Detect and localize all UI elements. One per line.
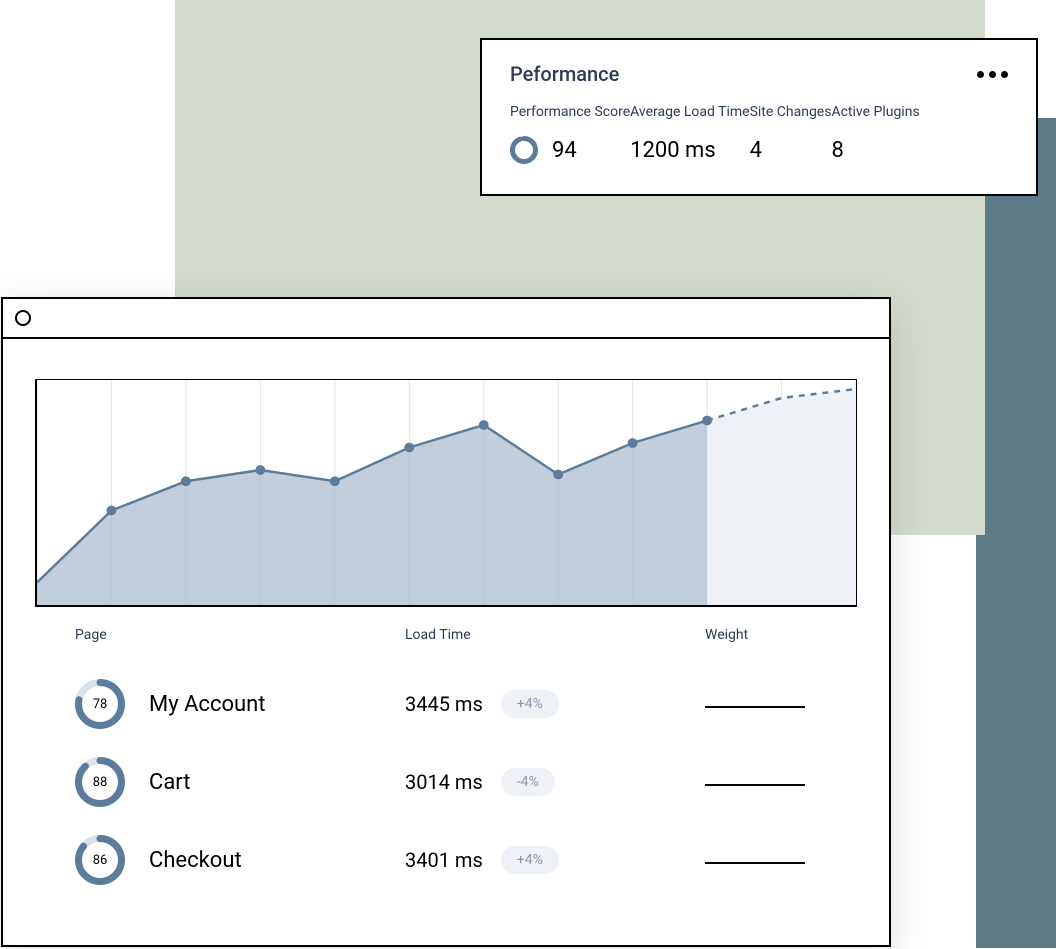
page-name: Cart (149, 770, 190, 795)
perf-metric: Average Load Time 1200 ms (630, 104, 749, 166)
window-titlebar (3, 299, 889, 339)
table-row[interactable]: 78 My Account 3445 ms +4% (75, 665, 817, 743)
page-name: Checkout (149, 848, 242, 873)
delta-badge: +4% (501, 690, 559, 718)
col-header-load: Load Time (405, 627, 705, 643)
delta-badge: -4% (501, 768, 555, 796)
score-donut-icon: 86 (75, 835, 125, 885)
col-header-weight: Weight (705, 627, 817, 643)
weight-sparkline (705, 862, 805, 864)
load-time-value: 3401 ms (405, 848, 483, 872)
metric-label: Average Load Time (630, 104, 749, 120)
delta-badge: +4% (501, 846, 559, 874)
metric-value: 4 (750, 138, 762, 163)
svg-text:78: 78 (93, 697, 108, 712)
score-donut-icon: 78 (75, 679, 125, 729)
svg-text:86: 86 (93, 853, 108, 868)
metric-value: 1200 ms (630, 138, 716, 163)
load-time-value: 3445 ms (405, 692, 483, 716)
more-icon[interactable] (977, 71, 1008, 78)
perf-metric: Active Plugins 8 (831, 104, 919, 166)
performance-card-title: Peformance (510, 62, 619, 86)
metric-label: Site Changes (750, 104, 832, 120)
performance-chart (35, 379, 857, 607)
score-donut-icon (510, 136, 538, 164)
weight-sparkline (705, 706, 805, 708)
perf-metric: Site Changes 4 (750, 104, 832, 166)
table-row[interactable]: 88 Cart 3014 ms -4% (75, 743, 817, 821)
perf-metric: Performance Score 94 (510, 104, 630, 166)
pages-table: Page Load Time Weight 78 My Account 3445… (75, 627, 817, 899)
score-donut-icon: 88 (75, 757, 125, 807)
metric-value: 94 (552, 138, 577, 163)
load-time-value: 3014 ms (405, 770, 483, 794)
metric-label: Active Plugins (831, 104, 919, 120)
page-name: My Account (149, 692, 265, 717)
metric-value: 8 (831, 138, 843, 163)
performance-card: Peformance Performance Score 94 Average … (480, 38, 1038, 196)
svg-text:88: 88 (93, 775, 108, 790)
background-slate-strip (976, 118, 1056, 948)
table-row[interactable]: 86 Checkout 3401 ms +4% (75, 821, 817, 899)
analytics-window: Page Load Time Weight 78 My Account 3445… (1, 297, 891, 947)
weight-sparkline (705, 784, 805, 786)
window-control-icon[interactable] (15, 310, 31, 326)
col-header-page: Page (75, 627, 405, 643)
table-header: Page Load Time Weight (75, 627, 817, 643)
metric-label: Performance Score (510, 104, 630, 120)
